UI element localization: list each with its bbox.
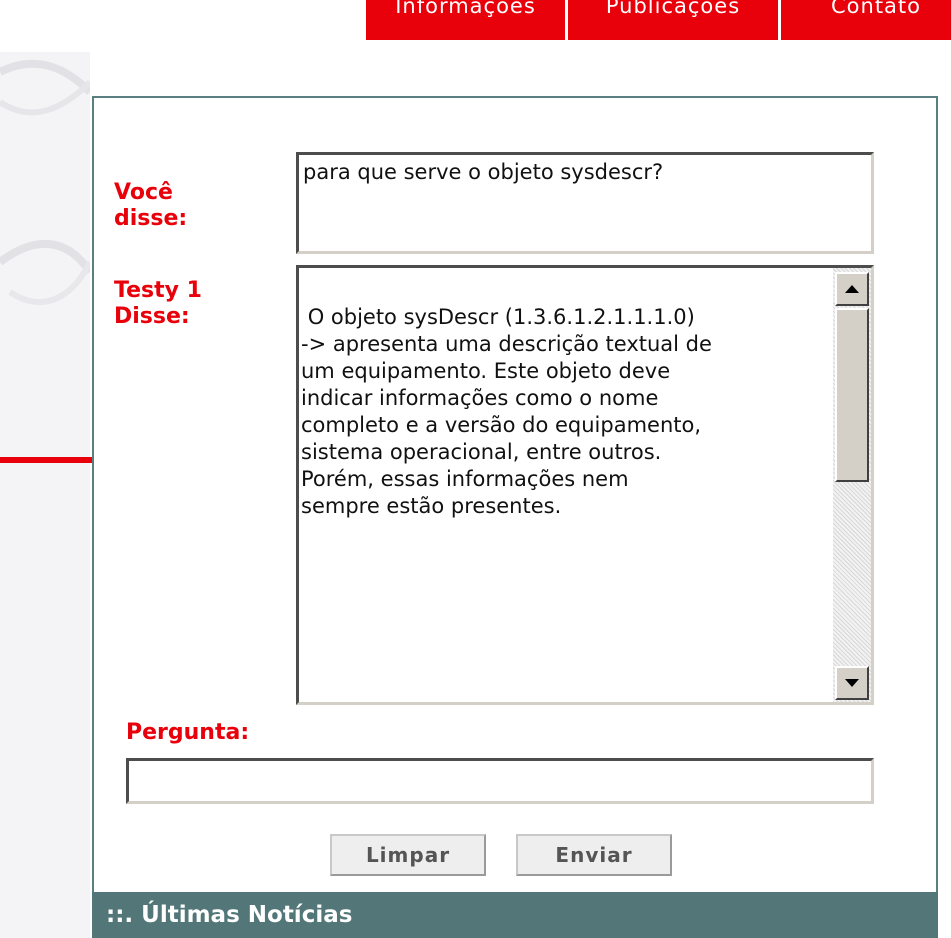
scroll-down-button[interactable]: [835, 666, 869, 700]
user-said-label: Você disse:: [114, 180, 188, 231]
send-button[interactable]: Enviar: [516, 834, 672, 876]
user-message-field[interactable]: para que serve o objeto sysdescr?: [296, 152, 874, 254]
top-nav: Informações Publicações Contato: [366, 0, 951, 44]
question-input[interactable]: [126, 758, 874, 804]
nav-item-contato[interactable]: Contato: [781, 0, 951, 40]
latest-news-header[interactable]: ::. Últimas Notícias: [92, 892, 938, 938]
scroll-up-button[interactable]: [835, 272, 869, 306]
page: Informações Publicações Contato Você dis…: [0, 0, 951, 938]
response-scrollbar[interactable]: [833, 268, 871, 702]
bot-said-label: Testy 1 Disse:: [114, 278, 202, 329]
arrow-up-icon: [845, 285, 859, 293]
bot-response-text: O objeto sysDescr (1.3.6.1.2.1.1.1.0) ->…: [301, 305, 712, 518]
bot-response-textarea[interactable]: O objeto sysDescr (1.3.6.1.2.1.1.1.0) ->…: [296, 265, 874, 705]
right-margin: [938, 96, 951, 938]
question-label: Pergunta:: [126, 720, 250, 745]
scroll-thumb[interactable]: [835, 308, 869, 482]
chat-panel: Você disse: para que serve o objeto sysd…: [92, 96, 938, 892]
left-red-divider: [0, 457, 93, 463]
clear-button[interactable]: Limpar: [330, 834, 486, 876]
left-decorative-strip: [0, 52, 90, 938]
arrow-down-icon: [845, 679, 859, 687]
decorative-curves-icon: [0, 59, 90, 305]
nav-item-publicacoes[interactable]: Publicações: [568, 0, 781, 40]
nav-item-informacoes[interactable]: Informações: [366, 0, 568, 40]
